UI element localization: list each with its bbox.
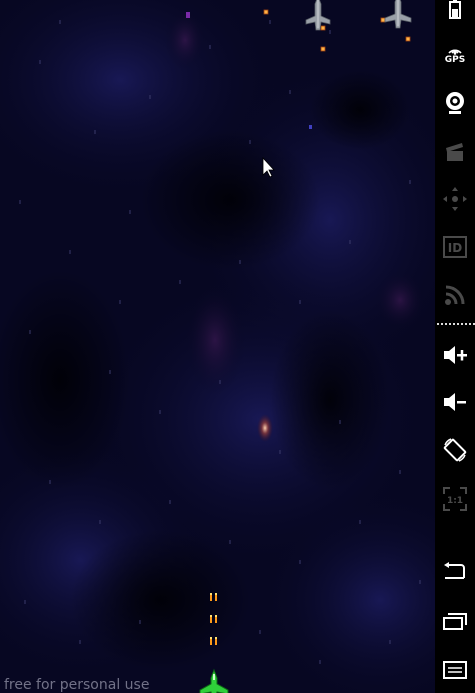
toolbar-divider	[437, 323, 475, 325]
gps-button[interactable]: GPS	[435, 40, 475, 70]
enemy-bullet	[405, 36, 411, 42]
id-icon: ID	[443, 236, 467, 258]
scale-button: 1:1	[435, 484, 475, 514]
dpad-icon	[443, 187, 467, 211]
volume-down-icon	[444, 393, 466, 411]
gps-label: GPS	[444, 55, 466, 65]
rotate-icon	[443, 438, 467, 462]
recent-apps-button[interactable]	[435, 606, 475, 636]
emulator-screen: free for personal use GPS ID 1:1	[0, 0, 475, 693]
debris	[186, 12, 190, 18]
game-scene	[0, 0, 435, 693]
back-button[interactable]	[435, 557, 475, 587]
id-button: ID	[435, 232, 475, 262]
menu-button[interactable]	[435, 655, 475, 685]
battery-icon	[449, 0, 461, 19]
enemy-bullet	[263, 9, 269, 15]
menu-icon	[443, 661, 467, 679]
enemy-bullet	[320, 46, 326, 52]
enemy-bullet	[320, 25, 326, 31]
watermark-text: free for personal use	[4, 677, 150, 693]
dpad-button	[435, 184, 475, 214]
player-ship	[199, 668, 229, 693]
gps-icon	[448, 49, 462, 55]
video-button	[435, 136, 475, 166]
nebula-background	[0, 0, 435, 693]
rss-icon	[445, 285, 465, 305]
back-icon	[444, 562, 465, 579]
id-label: ID	[448, 241, 462, 255]
volume-down-button[interactable]	[435, 387, 475, 417]
enemy-jet	[305, 0, 331, 31]
scale-1-1-icon: 1:1	[443, 487, 467, 511]
enemy-jet	[384, 0, 412, 29]
battery-button[interactable]	[435, 0, 475, 20]
debris	[309, 125, 312, 129]
energy-orb	[257, 414, 273, 442]
emulator-toolbar: GPS ID 1:1	[435, 0, 475, 693]
rotate-button[interactable]	[435, 435, 475, 465]
camera-button[interactable]	[435, 88, 475, 118]
enemy-bullets	[263, 9, 411, 52]
scale-label: 1:1	[447, 496, 463, 506]
video-clapper-icon	[446, 143, 463, 161]
volume-up-icon	[444, 346, 467, 364]
enemy-bullet	[380, 17, 386, 23]
recent-apps-icon	[443, 613, 467, 630]
rss-button	[435, 280, 475, 310]
game-viewport[interactable]: free for personal use	[0, 0, 435, 693]
volume-up-button[interactable]	[435, 340, 475, 370]
camera-icon	[446, 92, 464, 114]
